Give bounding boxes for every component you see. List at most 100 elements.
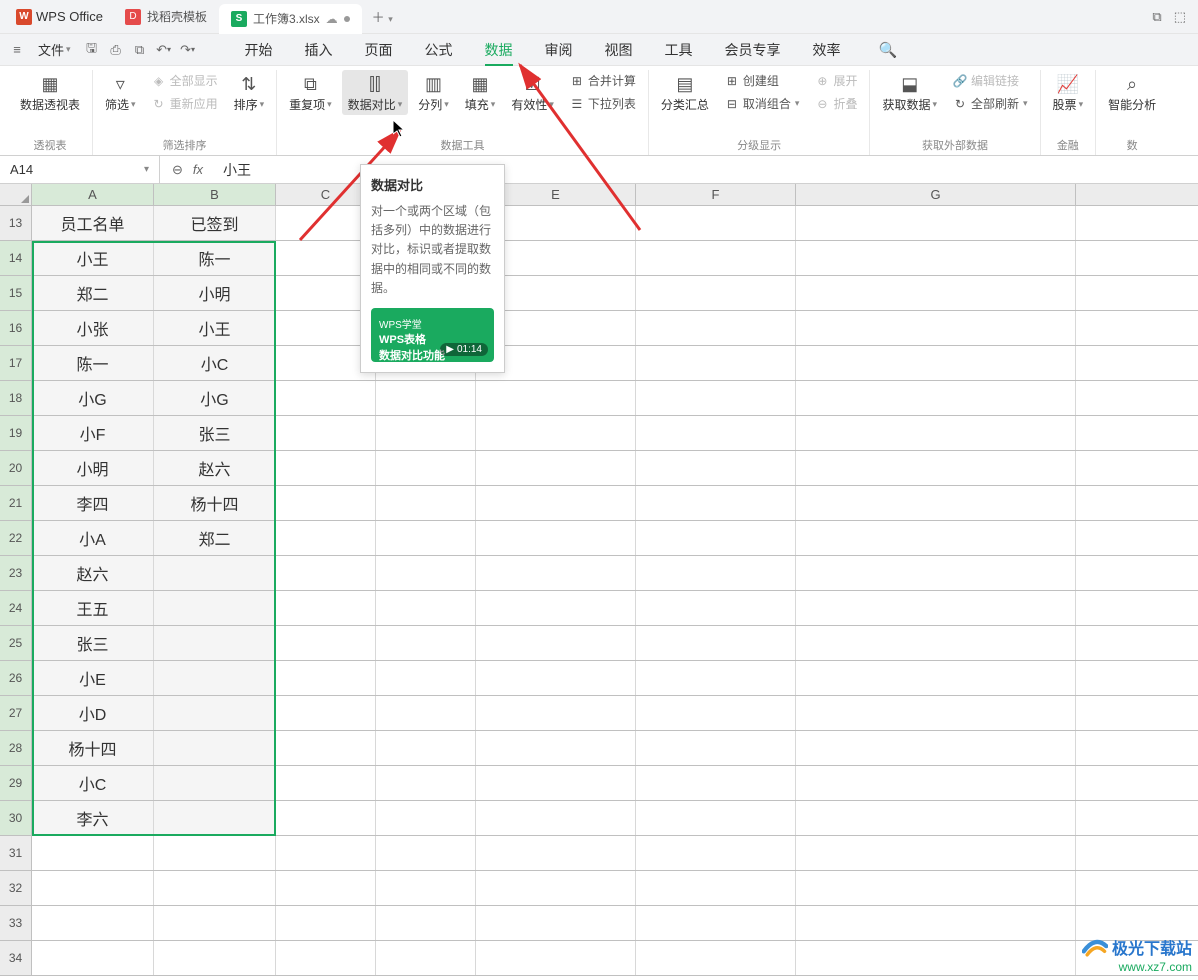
cell[interactable] xyxy=(376,836,476,870)
dropdown-list-button[interactable]: ☰下拉列表 xyxy=(564,93,642,114)
cell[interactable]: 赵六 xyxy=(32,556,154,590)
cell[interactable] xyxy=(636,801,796,835)
cell[interactable] xyxy=(476,941,636,975)
row-header[interactable]: 27 xyxy=(0,696,32,730)
cell[interactable] xyxy=(376,731,476,765)
cell[interactable] xyxy=(796,591,1076,625)
merge-calc-button[interactable]: ⊞合并计算 xyxy=(564,70,642,91)
undo-icon[interactable]: ↶▾ xyxy=(155,41,173,59)
menu-tab-formula[interactable]: 公式 xyxy=(409,34,469,66)
cell[interactable] xyxy=(636,451,796,485)
cell[interactable] xyxy=(276,591,376,625)
collapse-button[interactable]: ⊖折叠 xyxy=(809,93,863,114)
col-header-B[interactable]: B xyxy=(154,184,276,205)
menu-tab-page[interactable]: 页面 xyxy=(349,34,409,66)
row-header[interactable]: 31 xyxy=(0,836,32,870)
cell[interactable]: 小C xyxy=(154,346,276,380)
cell[interactable] xyxy=(154,836,276,870)
group-button[interactable]: ⊞创建组 xyxy=(719,70,806,91)
add-tab[interactable]: ＋ ▾ xyxy=(362,7,403,26)
cell[interactable] xyxy=(636,906,796,940)
col-header-G[interactable]: G xyxy=(796,184,1076,205)
row-header[interactable]: 29 xyxy=(0,766,32,800)
menu-icon[interactable]: ≡ xyxy=(8,41,26,59)
cell[interactable] xyxy=(636,731,796,765)
cell[interactable] xyxy=(636,276,796,310)
cell[interactable]: 小D xyxy=(32,696,154,730)
save-icon[interactable]: 🖫 xyxy=(83,41,101,59)
tab-find-template[interactable]: D 找稻壳模板 xyxy=(113,0,219,34)
row-header[interactable]: 33 xyxy=(0,906,32,940)
cell[interactable]: 张三 xyxy=(154,416,276,450)
col-header-A[interactable]: A xyxy=(32,184,154,205)
cube-icon[interactable]: ⬚ xyxy=(1174,9,1186,25)
cell[interactable] xyxy=(796,276,1076,310)
cell[interactable] xyxy=(636,871,796,905)
cell[interactable] xyxy=(32,836,154,870)
menu-tab-review[interactable]: 审阅 xyxy=(529,34,589,66)
cell[interactable]: 小C xyxy=(32,766,154,800)
cell[interactable]: 杨十四 xyxy=(32,731,154,765)
cell[interactable] xyxy=(32,906,154,940)
cell[interactable] xyxy=(476,731,636,765)
search-icon[interactable]: 🔍 xyxy=(879,41,898,59)
cell[interactable] xyxy=(636,521,796,555)
cell[interactable] xyxy=(636,696,796,730)
cell[interactable] xyxy=(796,731,1076,765)
cell[interactable] xyxy=(796,661,1076,695)
edit-link-button[interactable]: 🔗编辑链接 xyxy=(947,70,1034,91)
cell[interactable] xyxy=(636,311,796,345)
tab-file[interactable]: S 工作簿3.xlsx ☁ xyxy=(219,4,362,34)
cell[interactable] xyxy=(796,241,1076,275)
cell[interactable] xyxy=(376,766,476,800)
row-header[interactable]: 17 xyxy=(0,346,32,380)
cell[interactable] xyxy=(796,311,1076,345)
cell[interactable]: 已签到 xyxy=(154,206,276,240)
cell[interactable] xyxy=(796,766,1076,800)
cell[interactable] xyxy=(476,556,636,590)
fx-icon[interactable]: fx xyxy=(193,162,203,177)
col-header-F[interactable]: F xyxy=(636,184,796,205)
cell[interactable] xyxy=(376,381,476,415)
cell[interactable] xyxy=(376,626,476,660)
cell[interactable] xyxy=(276,801,376,835)
cell[interactable] xyxy=(154,871,276,905)
print-icon[interactable]: ⎙ xyxy=(107,41,125,59)
cell[interactable] xyxy=(32,871,154,905)
cell[interactable] xyxy=(376,906,476,940)
cell[interactable] xyxy=(154,766,276,800)
cell[interactable] xyxy=(154,591,276,625)
cell[interactable] xyxy=(476,906,636,940)
cell[interactable] xyxy=(276,906,376,940)
select-all-corner[interactable] xyxy=(0,184,32,205)
cancel-icon[interactable]: ⊖ xyxy=(172,162,183,178)
cell[interactable] xyxy=(796,906,1076,940)
cell[interactable] xyxy=(154,941,276,975)
row-header[interactable]: 13 xyxy=(0,206,32,240)
row-header[interactable]: 32 xyxy=(0,871,32,905)
cell[interactable] xyxy=(376,941,476,975)
cell[interactable] xyxy=(636,381,796,415)
cell[interactable]: 陈一 xyxy=(154,241,276,275)
cell[interactable] xyxy=(376,451,476,485)
cell[interactable] xyxy=(376,521,476,555)
cell[interactable] xyxy=(276,836,376,870)
cell[interactable] xyxy=(376,696,476,730)
cell[interactable] xyxy=(154,661,276,695)
cell[interactable]: 王五 xyxy=(32,591,154,625)
cell[interactable] xyxy=(154,906,276,940)
cell[interactable]: 小张 xyxy=(32,311,154,345)
refresh-all-button[interactable]: ↻全部刷新▾ xyxy=(947,93,1034,114)
split-column-button[interactable]: ▥ 分列▾ xyxy=(412,70,455,115)
row-header[interactable]: 25 xyxy=(0,626,32,660)
cell[interactable] xyxy=(276,626,376,660)
cell[interactable] xyxy=(476,661,636,695)
cell[interactable] xyxy=(154,626,276,660)
cell[interactable] xyxy=(376,661,476,695)
menu-tab-member[interactable]: 会员专享 xyxy=(709,34,797,66)
cell[interactable] xyxy=(796,836,1076,870)
row-header[interactable]: 16 xyxy=(0,311,32,345)
cell[interactable] xyxy=(796,206,1076,240)
cell[interactable] xyxy=(796,626,1076,660)
cell[interactable] xyxy=(276,521,376,555)
